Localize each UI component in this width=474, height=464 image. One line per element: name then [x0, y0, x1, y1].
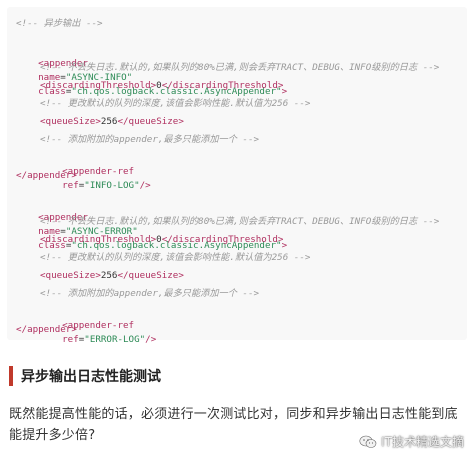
code-line: <queueSize>256</queueSize> — [40, 269, 184, 283]
xml-tag: <queueSize> — [40, 270, 101, 281]
code-line: <appender-ref ref="INFO-LOG"/> — [62, 166, 151, 191]
code-line: <appender name="ASYNC-ERROR" class="ch.q… — [38, 212, 288, 251]
code-line: <queueSize>256</queueSize> — [40, 115, 184, 129]
xml-text: 256 — [100, 270, 118, 281]
code-comment: <!-- 更改默认的队列的深度,该值会影响性能.默认值为256 --> — [40, 98, 311, 109]
code-comment: <!-- 不丢失日志.默认的,如果队列的80%已满,则会丢弃TRACT、DEBU… — [40, 62, 440, 73]
code-line: <discardingThreshold>0</discardingThresh… — [40, 233, 283, 247]
xml-tag: /> — [145, 334, 157, 345]
heading-accent-bar — [9, 366, 13, 386]
code-comment: <!-- 不丢失日志.默认的,如果队列的80%已满,则会丢弃TRACT、DEBU… — [40, 216, 440, 227]
code-line: <appender-ref ref="ERROR-LOG"/> — [62, 320, 157, 345]
xml-tag: /> — [139, 180, 151, 191]
xml-tag: <queueSize> — [40, 116, 101, 127]
xml-value: "INFO-LOG" — [84, 180, 140, 191]
xml-value: "ERROR-LOG" — [84, 334, 146, 345]
xml-tag: </queueSize> — [117, 116, 184, 127]
code-comment: <!-- 添加附加的appender,最多只能添加一个 --> — [40, 288, 260, 299]
wechat-icon — [359, 435, 377, 448]
code-comment: <!-- 更改默认的队列的深度,该值会影响性能.默认值为256 --> — [40, 252, 311, 263]
xml-tag: </appender> — [16, 324, 77, 335]
section-heading: 异步输出日志性能测试 — [9, 365, 464, 387]
xml-tag: </queueSize> — [117, 270, 184, 281]
xml-tag: <discardingThreshold> — [40, 234, 157, 245]
code-line: <appender name="ASYNC-INFO" class="ch.qo… — [38, 58, 288, 97]
xml-tag: </appender> — [16, 170, 77, 181]
code-comment: <!-- 异步输出 --> — [16, 18, 103, 29]
heading-text: 异步输出日志性能测试 — [21, 369, 161, 385]
xml-tag: </discardingThreshold> — [161, 234, 284, 245]
code-comment: <!-- 添加附加的appender,最多只能添加一个 --> — [40, 134, 260, 145]
xml-text: 256 — [100, 116, 118, 127]
code-line: <discardingThreshold>0</discardingThresh… — [40, 79, 283, 93]
watermark: IT技术精选文摘 — [359, 433, 464, 450]
code-block: <!-- 异步输出 --> <appender name="ASYNC-INFO… — [7, 7, 467, 345]
xml-tag: </discardingThreshold> — [161, 80, 284, 91]
xml-tag: <discardingThreshold> — [40, 80, 157, 91]
watermark-text: IT技术精选文摘 — [381, 435, 464, 449]
